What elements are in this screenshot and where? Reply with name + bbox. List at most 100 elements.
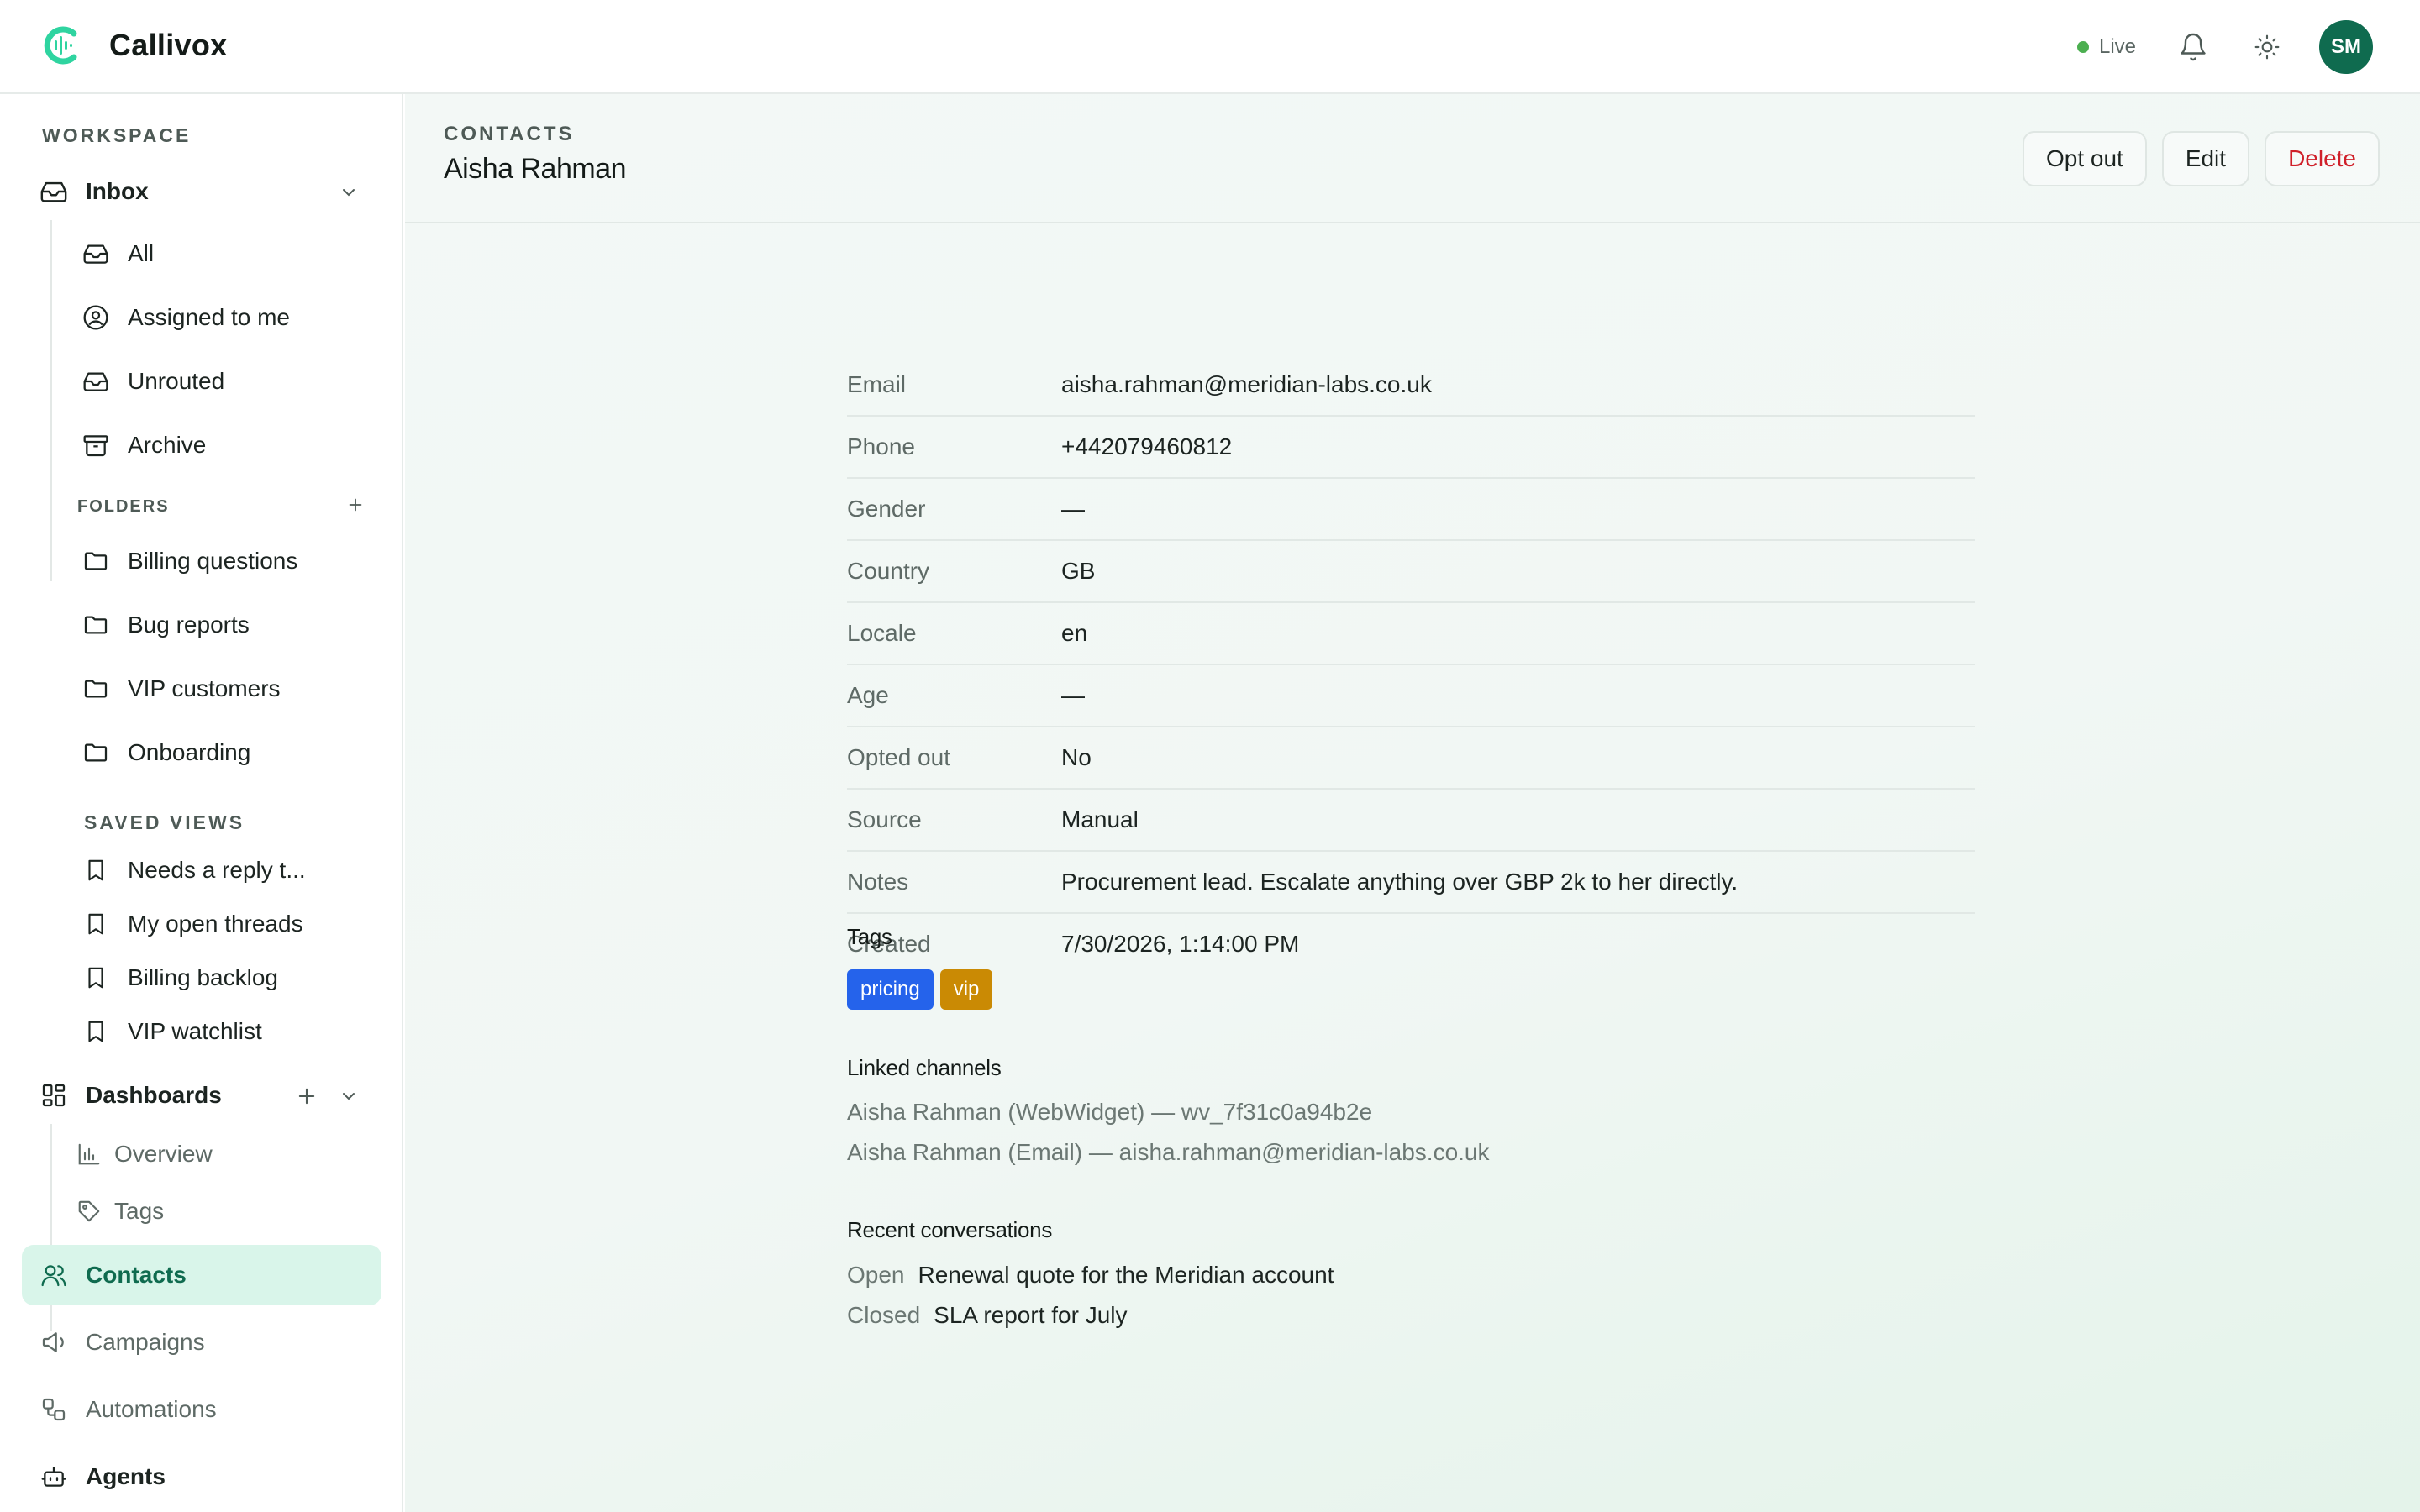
bookmark-icon xyxy=(81,963,111,993)
sidebar-item-label: Contacts xyxy=(86,1262,187,1288)
sidebar-item-agents[interactable]: Agents xyxy=(39,1462,166,1492)
sidebar-item-unrouted[interactable]: Unrouted xyxy=(81,366,224,396)
detail-row-country: Country GB xyxy=(847,541,1975,603)
theme-toggle-button[interactable] xyxy=(2245,25,2289,69)
sidebar-item-label: My open threads xyxy=(128,911,303,937)
conversation-status: Open xyxy=(847,1262,905,1288)
live-dot-icon xyxy=(2076,41,2089,53)
notifications-button[interactable] xyxy=(2171,25,2215,69)
edit-button[interactable]: Edit xyxy=(2161,131,2250,186)
detail-row-phone: Phone +442079460812 xyxy=(847,417,1975,479)
detail-key: Country xyxy=(847,558,930,584)
plus-icon xyxy=(298,1088,315,1105)
main-content: CONTACTS Aisha Rahman Opt out Edit Delet… xyxy=(405,94,2420,1512)
sidebar-item-contacts[interactable]: Contacts xyxy=(39,1260,187,1290)
plus-icon xyxy=(349,498,362,512)
sidebar-item-all[interactable]: All xyxy=(81,239,154,269)
sidebar-item-label: Agents xyxy=(86,1463,166,1489)
folder-icon xyxy=(81,546,111,576)
sidebar-item-label: Automations xyxy=(86,1396,217,1422)
inbox-icon xyxy=(39,176,69,207)
sidebar-item-dashboards[interactable]: Dashboards xyxy=(39,1080,222,1110)
sidebar-item-label: Inbox xyxy=(86,178,149,204)
sidebar-item-saved-view[interactable]: My open threads xyxy=(81,909,303,939)
detail-key: Age xyxy=(847,682,889,708)
bell-icon xyxy=(2181,33,2206,61)
tag-list: pricing vip xyxy=(847,969,999,1010)
bookmark-icon xyxy=(81,1016,111,1047)
bookmark-icon xyxy=(81,855,111,885)
sidebar-item-saved-view[interactable]: VIP watchlist xyxy=(81,1016,262,1047)
sidebar-item-inbox[interactable]: Inbox xyxy=(39,176,149,207)
contact-details: Email aisha.rahman@meridian-labs.co.uk P… xyxy=(847,354,1975,976)
live-label: Live xyxy=(2098,35,2136,58)
detail-row-age: Age — xyxy=(847,665,1975,727)
breadcrumb[interactable]: CONTACTS xyxy=(444,123,575,146)
add-dashboard-button[interactable] xyxy=(294,1084,319,1109)
sidebar-item-saved-view[interactable]: Needs a reply t... xyxy=(81,855,306,885)
sidebar-item-label: Campaigns xyxy=(86,1329,205,1355)
sidebar-item-saved-view[interactable]: Billing backlog xyxy=(81,963,278,993)
sidebar-item-label: Billing questions xyxy=(128,548,298,574)
detail-key: Notes xyxy=(847,869,909,895)
sidebar-item-tags[interactable]: Tags xyxy=(74,1196,164,1226)
brand[interactable]: Callivox xyxy=(40,24,227,67)
archive-icon xyxy=(81,430,111,460)
recent-conversations-heading: Recent conversations xyxy=(847,1217,1053,1242)
sidebar-item-label: VIP customers xyxy=(128,675,281,701)
sidebar-item-billing-questions[interactable]: Billing questions xyxy=(81,546,297,576)
detail-key: Locale xyxy=(847,620,917,646)
app-window: Callivox Live SM WORKSPACE Inbox All Ass… xyxy=(0,0,2420,1512)
tag-vip[interactable]: vip xyxy=(939,969,993,1010)
conversation-item[interactable]: Closed SLA report for July xyxy=(847,1302,1128,1329)
user-circle-icon xyxy=(81,302,111,333)
sidebar-item-label: Unrouted xyxy=(128,368,225,394)
detail-row-notes: Notes Procurement lead. Escalate anythin… xyxy=(847,852,1975,914)
detail-row-opted-out: Opted out No xyxy=(847,727,1975,790)
folder-icon xyxy=(81,738,111,768)
detail-value: — xyxy=(1061,682,1085,708)
sidebar-item-label: All xyxy=(128,240,155,266)
conversation-status: Closed xyxy=(847,1302,921,1328)
folder-icon xyxy=(81,610,111,640)
add-folder-button[interactable] xyxy=(343,492,368,517)
opt-out-button[interactable]: Opt out xyxy=(2022,131,2147,186)
sidebar-item-campaigns[interactable]: Campaigns xyxy=(39,1327,205,1357)
detail-value: GB xyxy=(1061,558,1096,584)
page-title: Aisha Rahman xyxy=(444,153,627,185)
detail-key: Email xyxy=(847,371,907,397)
linked-channel-item[interactable]: Aisha Rahman (WebWidget) — wv_7f31c0a94b… xyxy=(847,1099,1372,1126)
sidebar-item-assigned-to-me[interactable]: Assigned to me xyxy=(81,302,290,333)
delete-button[interactable]: Delete xyxy=(2265,131,2380,186)
linked-channel-item[interactable]: Aisha Rahman (Email) — aisha.rahman@meri… xyxy=(847,1139,1490,1166)
sidebar-item-bug-reports[interactable]: Bug reports xyxy=(81,610,250,640)
sidebar-item-automations[interactable]: Automations xyxy=(39,1394,217,1425)
bookmark-icon xyxy=(81,909,111,939)
megaphone-icon xyxy=(39,1327,69,1357)
detail-value: 7/30/2026, 1:14:00 PM xyxy=(1061,931,1300,957)
inbox-tree-line xyxy=(50,220,52,581)
detail-key: Gender xyxy=(847,496,926,522)
users-icon xyxy=(39,1260,69,1290)
conversation-subject: SLA report for July xyxy=(934,1302,1128,1328)
sidebar-item-overview[interactable]: Overview xyxy=(74,1139,213,1169)
sidebar-item-label: Assigned to me xyxy=(128,304,290,330)
inbox-icon xyxy=(81,366,111,396)
sidebar-item-onboarding[interactable]: Onboarding xyxy=(81,738,250,768)
sidebar-item-label: Bug reports xyxy=(128,612,250,638)
conversation-subject: Renewal quote for the Meridian account xyxy=(918,1262,1334,1288)
inbox-collapse-toggle[interactable] xyxy=(336,180,361,205)
user-avatar[interactable]: SM xyxy=(2319,20,2373,74)
detail-value: aisha.rahman@meridian-labs.co.uk xyxy=(1061,371,1432,397)
sidebar-item-vip-customers[interactable]: VIP customers xyxy=(81,674,281,704)
sidebar-item-archive[interactable]: Archive xyxy=(81,430,206,460)
tag-icon xyxy=(74,1196,104,1226)
detail-row-source: Source Manual xyxy=(847,790,1975,852)
detail-row-created: Created 7/30/2026, 1:14:00 PM xyxy=(847,914,1975,976)
detail-row-locale: Locale en xyxy=(847,603,1975,665)
sun-icon xyxy=(2254,34,2280,60)
tag-pricing[interactable]: pricing xyxy=(847,969,934,1010)
conversation-item[interactable]: Open Renewal quote for the Meridian acco… xyxy=(847,1262,1334,1289)
dashboards-collapse-toggle[interactable] xyxy=(336,1084,361,1109)
sidebar-item-label: Tags xyxy=(114,1198,165,1224)
